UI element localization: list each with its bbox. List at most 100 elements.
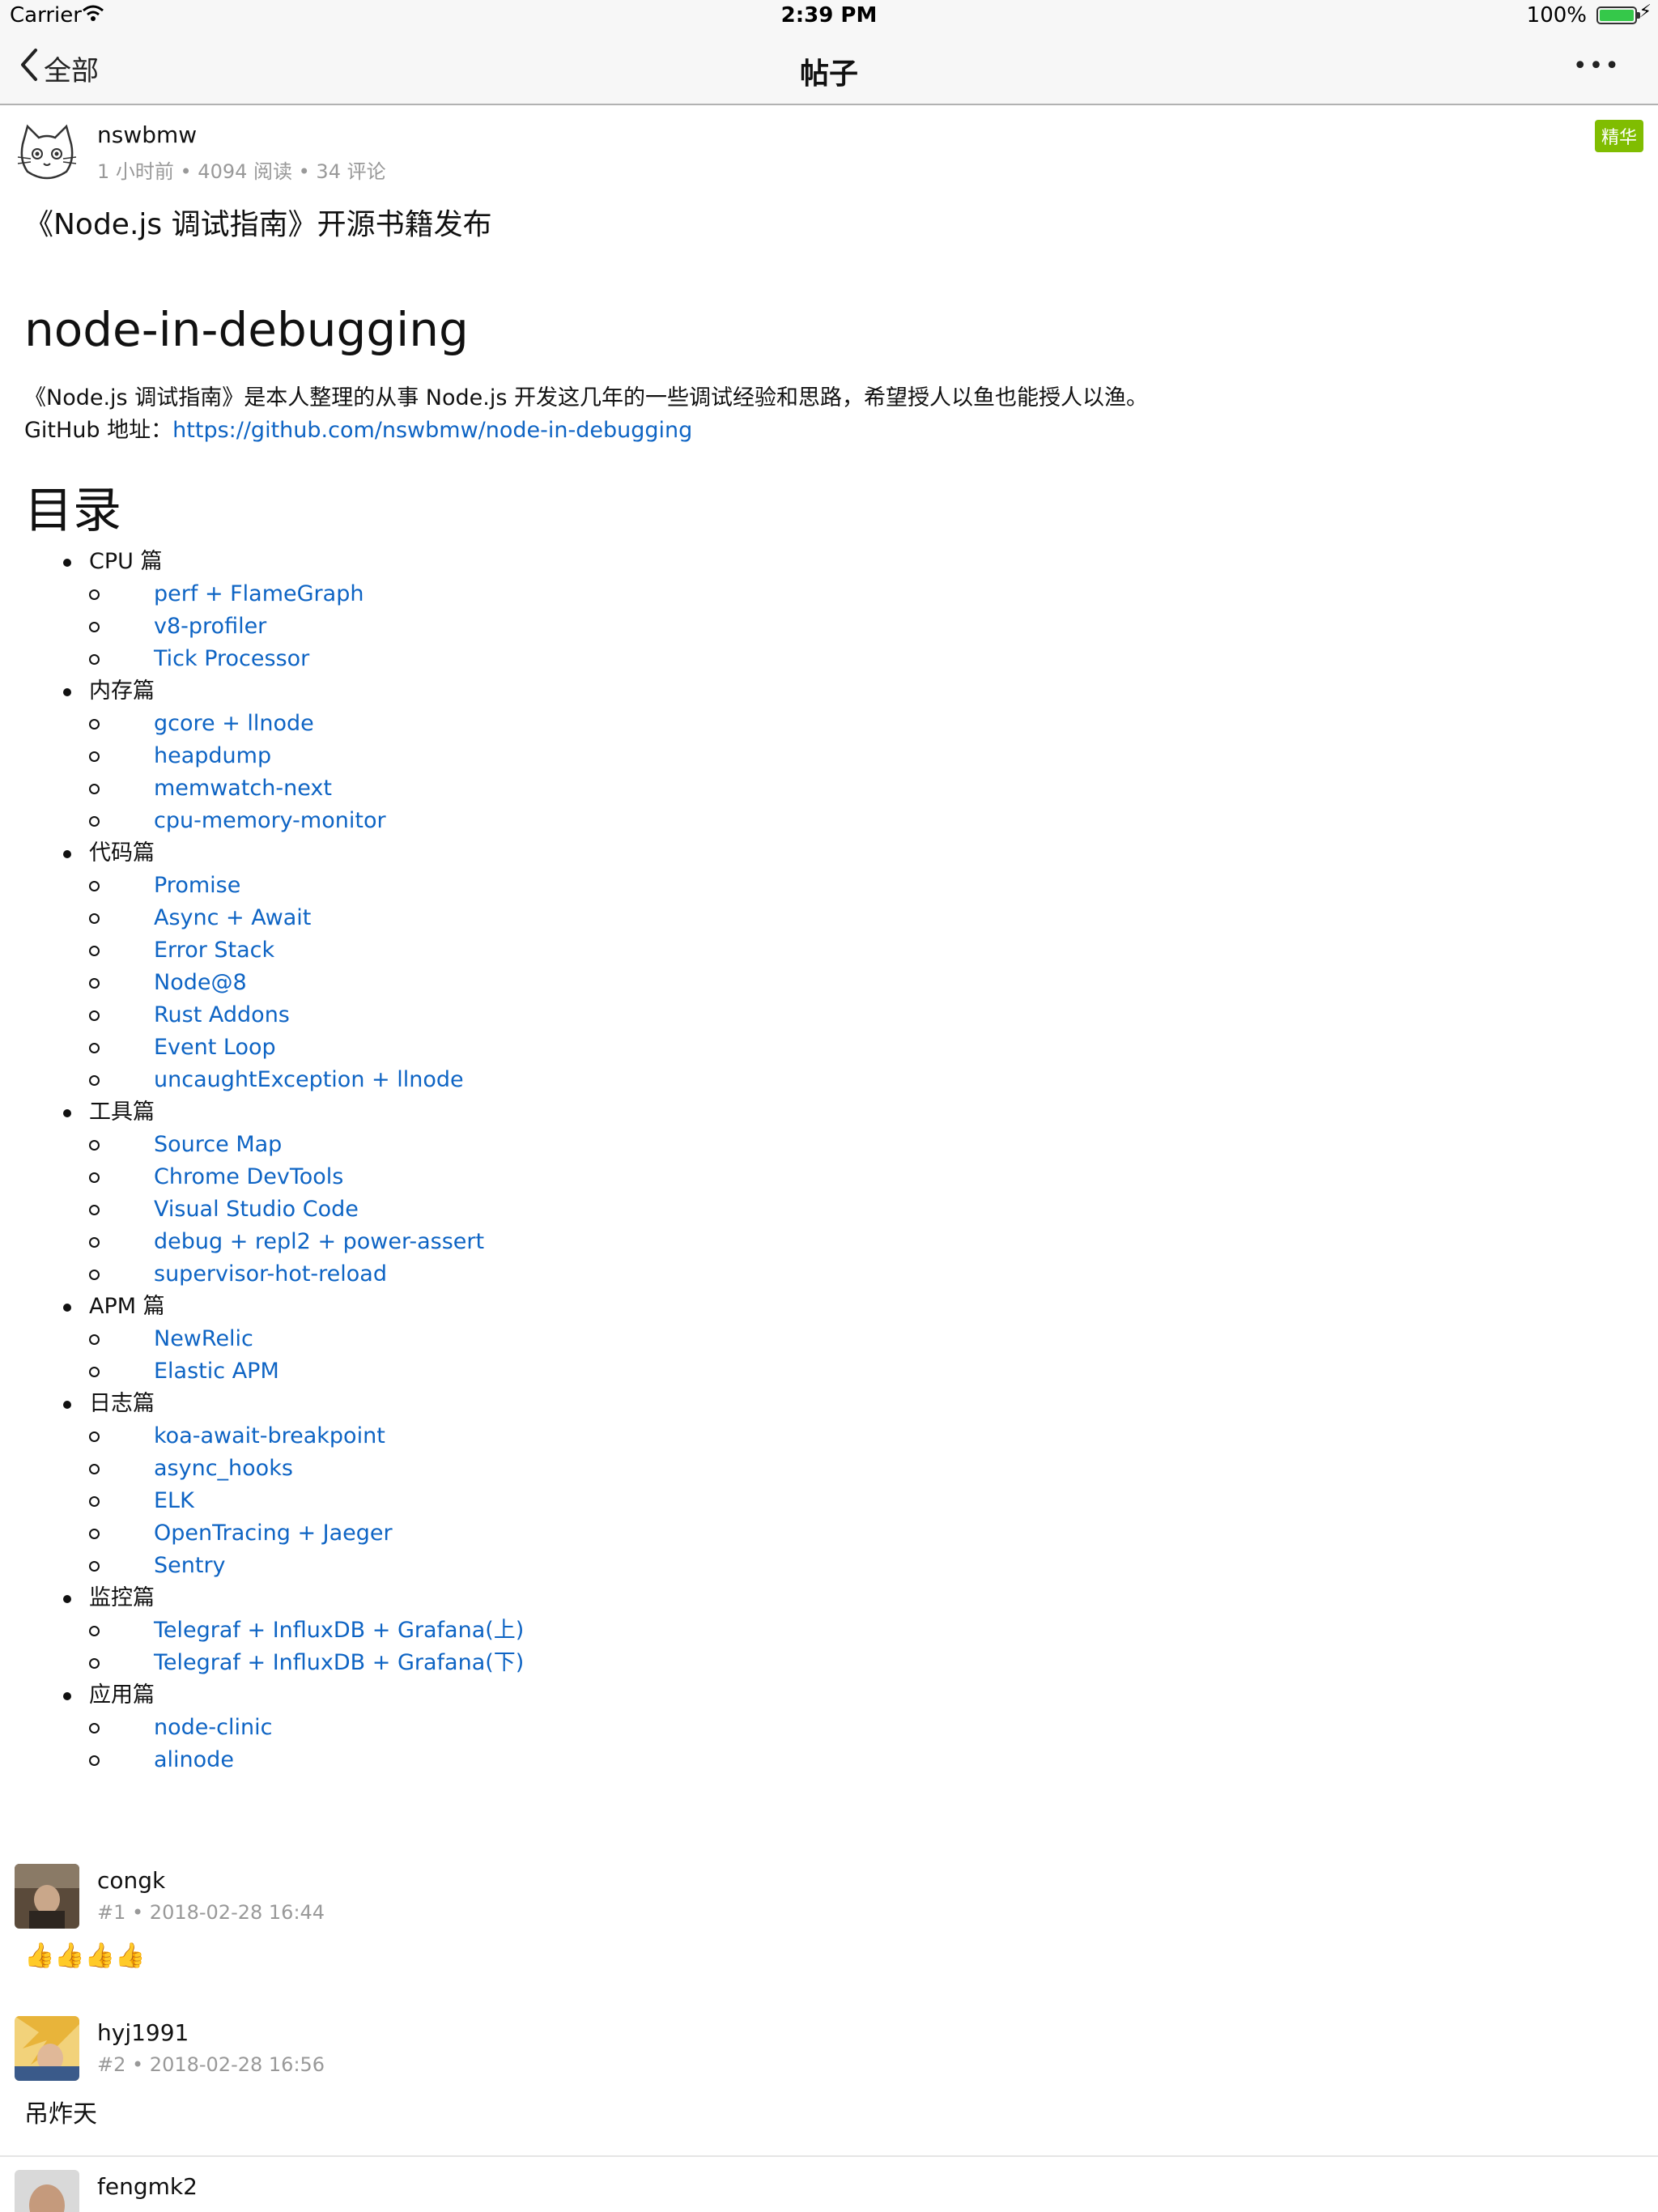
comment-body: 吊炸天 [24,2100,97,2129]
toc-item: async_hooks [89,1453,1627,1485]
content-heading: node-in-debugging [24,302,469,357]
toc-link[interactable]: node-clinic [154,1715,272,1740]
toc-section-label: CPU 篇 [89,549,163,574]
toc-item: Elastic APM [89,1355,1627,1388]
toc-link[interactable]: debug + repl2 + power-assert [154,1229,484,1254]
toc-item: Sentry [89,1550,1627,1582]
toc-link[interactable]: Telegraf + InfluxDB + Grafana(下) [154,1650,524,1675]
toc-section-label: 监控篇 [89,1585,155,1610]
toc-link[interactable]: v8-profiler [154,614,266,639]
toc-section-label: 日志篇 [89,1391,155,1416]
toc-item: koa-await-breakpoint [89,1420,1627,1453]
battery-percent: 100% [1526,3,1587,28]
toc-sub-list: Telegraf + InfluxDB + Grafana(上) Telegraf… [89,1614,1627,1679]
intro-paragraph: 《Node.js 调试指南》是本人整理的从事 Node.js 开发这几年的一些调… [24,382,1627,447]
comment-item: congk #1 • 2018-02-28 16:44 👍👍👍👍 [15,1864,1643,1977]
toc-link[interactable]: OpenTracing + Jaeger [154,1521,393,1546]
navigation-bar: 全部 帖子 ••• [0,32,1658,105]
commenter-name[interactable]: fengmk2 [97,2173,198,2200]
toc-item: NewRelic [89,1323,1627,1355]
author-avatar[interactable] [15,120,79,185]
more-options-button[interactable]: ••• [1573,52,1621,80]
toc-link[interactable]: NewRelic [154,1326,253,1351]
featured-badge: 精华 [1594,120,1643,152]
battery-icon [1596,6,1640,24]
toc-item: OpenTracing + Jaeger [89,1517,1627,1550]
toc-link[interactable]: supervisor-hot-reload [154,1261,387,1287]
toc-item: perf + FlameGraph [89,578,1627,610]
toc-link[interactable]: Event Loop [154,1035,276,1060]
toc-link[interactable]: Node@8 [154,970,247,995]
table-of-contents: CPU 篇 perf + FlameGraph v8-profiler Tick Pr… [24,546,1627,1776]
toc-item: Async + Await [89,902,1627,934]
toc-item: ELK [89,1485,1627,1517]
toc-link[interactable]: Rust Addons [154,1002,290,1027]
toc-item: memwatch-next [89,772,1627,805]
commenter-name[interactable]: hyj1991 [97,2019,189,2046]
post-header: nswbmw 1 小时前 • 4094 阅读 • 34 评论 精华 [15,120,1643,185]
toc-link[interactable]: Chrome DevTools [154,1164,343,1189]
comment-meta: #2 • 2018-02-28 16:56 [97,2053,325,2076]
toc-link[interactable]: Promise [154,873,240,898]
toc-sub-list: koa-await-breakpoint async_hooks ELK OpenTr… [89,1420,1627,1582]
toc-item: Error Stack [89,934,1627,967]
toc-sub-list: Promise Async + Await Error Stack Node@8 Rus… [89,870,1627,1096]
toc-link[interactable]: gcore + llnode [154,711,314,736]
toc-link[interactable]: Telegraf + InfluxDB + Grafana(上) [154,1618,524,1643]
toc-link[interactable]: async_hooks [154,1456,293,1481]
toc-link[interactable]: Source Map [154,1132,282,1157]
toc-item: Source Map [89,1129,1627,1161]
toc-link[interactable]: Error Stack [154,938,274,963]
toc-link[interactable]: Sentry [154,1553,226,1578]
toc-item: Telegraf + InfluxDB + Grafana(下) [89,1647,1627,1679]
toc-sub-list: gcore + llnode heapdump memwatch-next cpu-m… [89,708,1627,837]
toc-item: Rust Addons [89,999,1627,1032]
commenter-name[interactable]: congk [97,1867,165,1894]
toc-link[interactable]: koa-await-breakpoint [154,1423,385,1448]
comment-item: fengmk2 [15,2170,1643,2212]
toc-link[interactable]: cpu-memory-monitor [154,808,386,833]
commenter-avatar[interactable] [15,2016,79,2081]
toc-section: CPU 篇 perf + FlameGraph v8-profiler Tick Pr… [24,546,1627,675]
toc-item: Tick Processor [89,643,1627,675]
toc-sub-list: perf + FlameGraph v8-profiler Tick Process… [89,578,1627,675]
github-link[interactable]: https://github.com/nswbmw/node-in-debugg… [172,418,692,443]
toc-link[interactable]: heapdump [154,743,271,768]
toc-link[interactable]: Async + Await [154,905,311,930]
toc-item: Visual Studio Code [89,1193,1627,1226]
toc-sub-list: Source Map Chrome DevTools Visual Studio C… [89,1129,1627,1291]
toc-link[interactable]: ELK [154,1488,194,1513]
toc-heading: 目录 [24,483,121,539]
toc-section: 监控篇 Telegraf + InfluxDB + Grafana(上) Teleg… [24,1582,1627,1679]
status-time: 2:39 PM [780,3,878,28]
toc-section: APM 篇 NewRelic Elastic APM [24,1291,1627,1388]
toc-section-label: 代码篇 [89,840,155,866]
toc-item: v8-profiler [89,610,1627,643]
commenter-avatar[interactable] [15,2170,79,2212]
toc-link[interactable]: perf + FlameGraph [154,581,363,606]
charging-icon: ⚡ [1639,2,1652,22]
toc-link[interactable]: alinode [154,1747,234,1772]
toc-item: heapdump [89,740,1627,772]
comment-body: 👍👍👍👍 [24,1942,146,1970]
comment-item: hyj1991 #2 • 2018-02-28 16:56 吊炸天 [15,2016,1643,2129]
toc-link[interactable]: Elastic APM [154,1359,279,1384]
commenter-avatar[interactable] [15,1864,79,1929]
toc-link[interactable]: Visual Studio Code [154,1197,359,1222]
post-content: node-in-debugging 《Node.js 调试指南》是本人整理的从事… [24,301,1627,1776]
author-name[interactable]: nswbmw [97,121,197,148]
toc-item: Chrome DevTools [89,1161,1627,1193]
toc-section: 日志篇 koa-await-breakpoint async_hooks ELK Ope… [24,1388,1627,1582]
toc-item: uncaughtException + llnode [89,1064,1627,1096]
toc-link[interactable]: memwatch-next [154,776,332,801]
toc-link[interactable]: Tick Processor [154,646,309,671]
toc-sub-list: node-clinic alinode [89,1712,1627,1776]
toc-item: cpu-memory-monitor [89,805,1627,837]
toc-section-label: 应用篇 [89,1682,155,1708]
post-meta: 1 小时前 • 4094 阅读 • 34 评论 [97,160,386,183]
github-line: GitHub 地址：https://github.com/nswbmw/node… [24,415,1627,447]
toc-link[interactable]: uncaughtException + llnode [154,1067,464,1092]
toc-item: alinode [89,1744,1627,1776]
page-title: 帖子 [799,57,858,91]
github-label: GitHub 地址： [24,418,173,443]
